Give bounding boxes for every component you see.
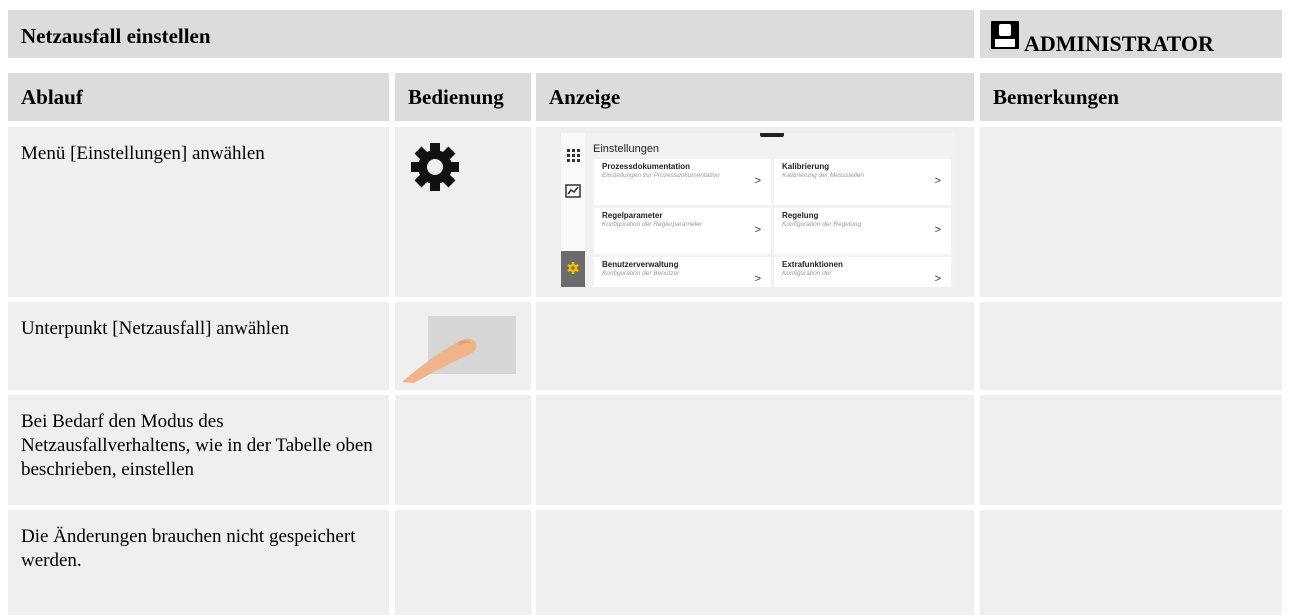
tile-description: Konfiguration der Regelung: [782, 221, 862, 228]
remark-cell-2: [980, 302, 1282, 390]
tile-description: Konfiguration der: [782, 270, 832, 277]
table-row-step-4: Die Änderungen brauchen nicht gespeicher…: [8, 510, 389, 615]
operation-cell-1: [395, 127, 531, 297]
display-cell-3: [536, 395, 974, 505]
display-cell-4: [536, 510, 974, 615]
column-header-bedienung: Bedienung: [395, 73, 531, 121]
tile-title: Prozessdokumentation: [602, 162, 691, 171]
tile-description: Einstellungen zur Prozessdokumentation: [602, 172, 720, 179]
tile-extrafunktionen[interactable]: Extrafunktionen Konfiguration der >: [774, 257, 951, 287]
operation-cell-2: [395, 302, 531, 390]
tile-title: Benutzerverwaltung: [602, 260, 679, 269]
column-header-anzeige: Anzeige: [536, 73, 974, 121]
table-row-step-3: Bei Bedarf den Modus des Netzausfallverh…: [8, 395, 389, 505]
column-header-bemerkungen: Bemerkungen: [980, 73, 1282, 121]
tile-regelparameter[interactable]: Regelparameter Konfiguration der Reglerp…: [594, 208, 771, 254]
tile-title: Kalibrierung: [782, 162, 830, 171]
role-badge: ADMINISTRATOR: [980, 10, 1282, 58]
sidebar-item-settings-active[interactable]: [561, 251, 585, 287]
remark-cell-1: [980, 127, 1282, 297]
chevron-right-icon: >: [754, 273, 761, 285]
screen-sidebar: [561, 133, 585, 287]
chevron-right-icon: >: [934, 175, 941, 187]
display-cell-2: [536, 302, 974, 390]
tile-description: Konfiguration der Benutzer: [602, 270, 680, 277]
grid-icon[interactable]: [565, 147, 581, 163]
chevron-right-icon: >: [754, 175, 761, 187]
table-row-step-1: Menü [Einstellungen] anwählen: [8, 127, 389, 297]
tile-title: Regelparameter: [602, 211, 663, 220]
chart-icon[interactable]: [565, 183, 581, 199]
screen-top-handle: [760, 133, 784, 137]
gear-icon: [567, 262, 579, 274]
operation-cell-4: [395, 510, 531, 615]
screen-heading: Einstellungen: [593, 143, 660, 155]
tile-prozessdokumentation[interactable]: Prozessdokumentation Einstellungen zur P…: [594, 159, 771, 205]
page-title: Netzausfall einstellen: [8, 10, 974, 58]
user-icon: [990, 20, 1020, 50]
tile-title: Regelung: [782, 211, 819, 220]
tile-kalibrierung[interactable]: Kalibrierung Kalibrierung der Messstelle…: [774, 159, 951, 205]
remark-cell-3: [980, 395, 1282, 505]
table-row-step-2: Unterpunkt [Netzausfall] anwählen: [8, 302, 389, 390]
tile-title: Extrafunktionen: [782, 260, 843, 269]
column-header-ablauf: Ablauf: [8, 73, 389, 121]
chevron-right-icon: >: [934, 273, 941, 285]
device-screen: Einstellungen Prozessdokumentation Einst…: [561, 133, 955, 287]
role-label: ADMINISTRATOR: [1024, 31, 1214, 56]
tile-regelung[interactable]: Regelung Konfiguration der Regelung >: [774, 208, 951, 254]
remark-cell-4: [980, 510, 1282, 615]
tile-benutzerverwaltung[interactable]: Benutzerverwaltung Konfiguration der Ben…: [594, 257, 771, 287]
tile-description: Konfiguration der Reglerparameter: [602, 221, 703, 228]
gear-icon: [411, 143, 459, 191]
tile-description: Kalibrierung der Messstellen: [782, 172, 865, 179]
touch-finger-icon: [402, 316, 516, 383]
chevron-right-icon: >: [934, 224, 941, 236]
operation-cell-3: [395, 395, 531, 505]
chevron-right-icon: >: [754, 224, 761, 236]
